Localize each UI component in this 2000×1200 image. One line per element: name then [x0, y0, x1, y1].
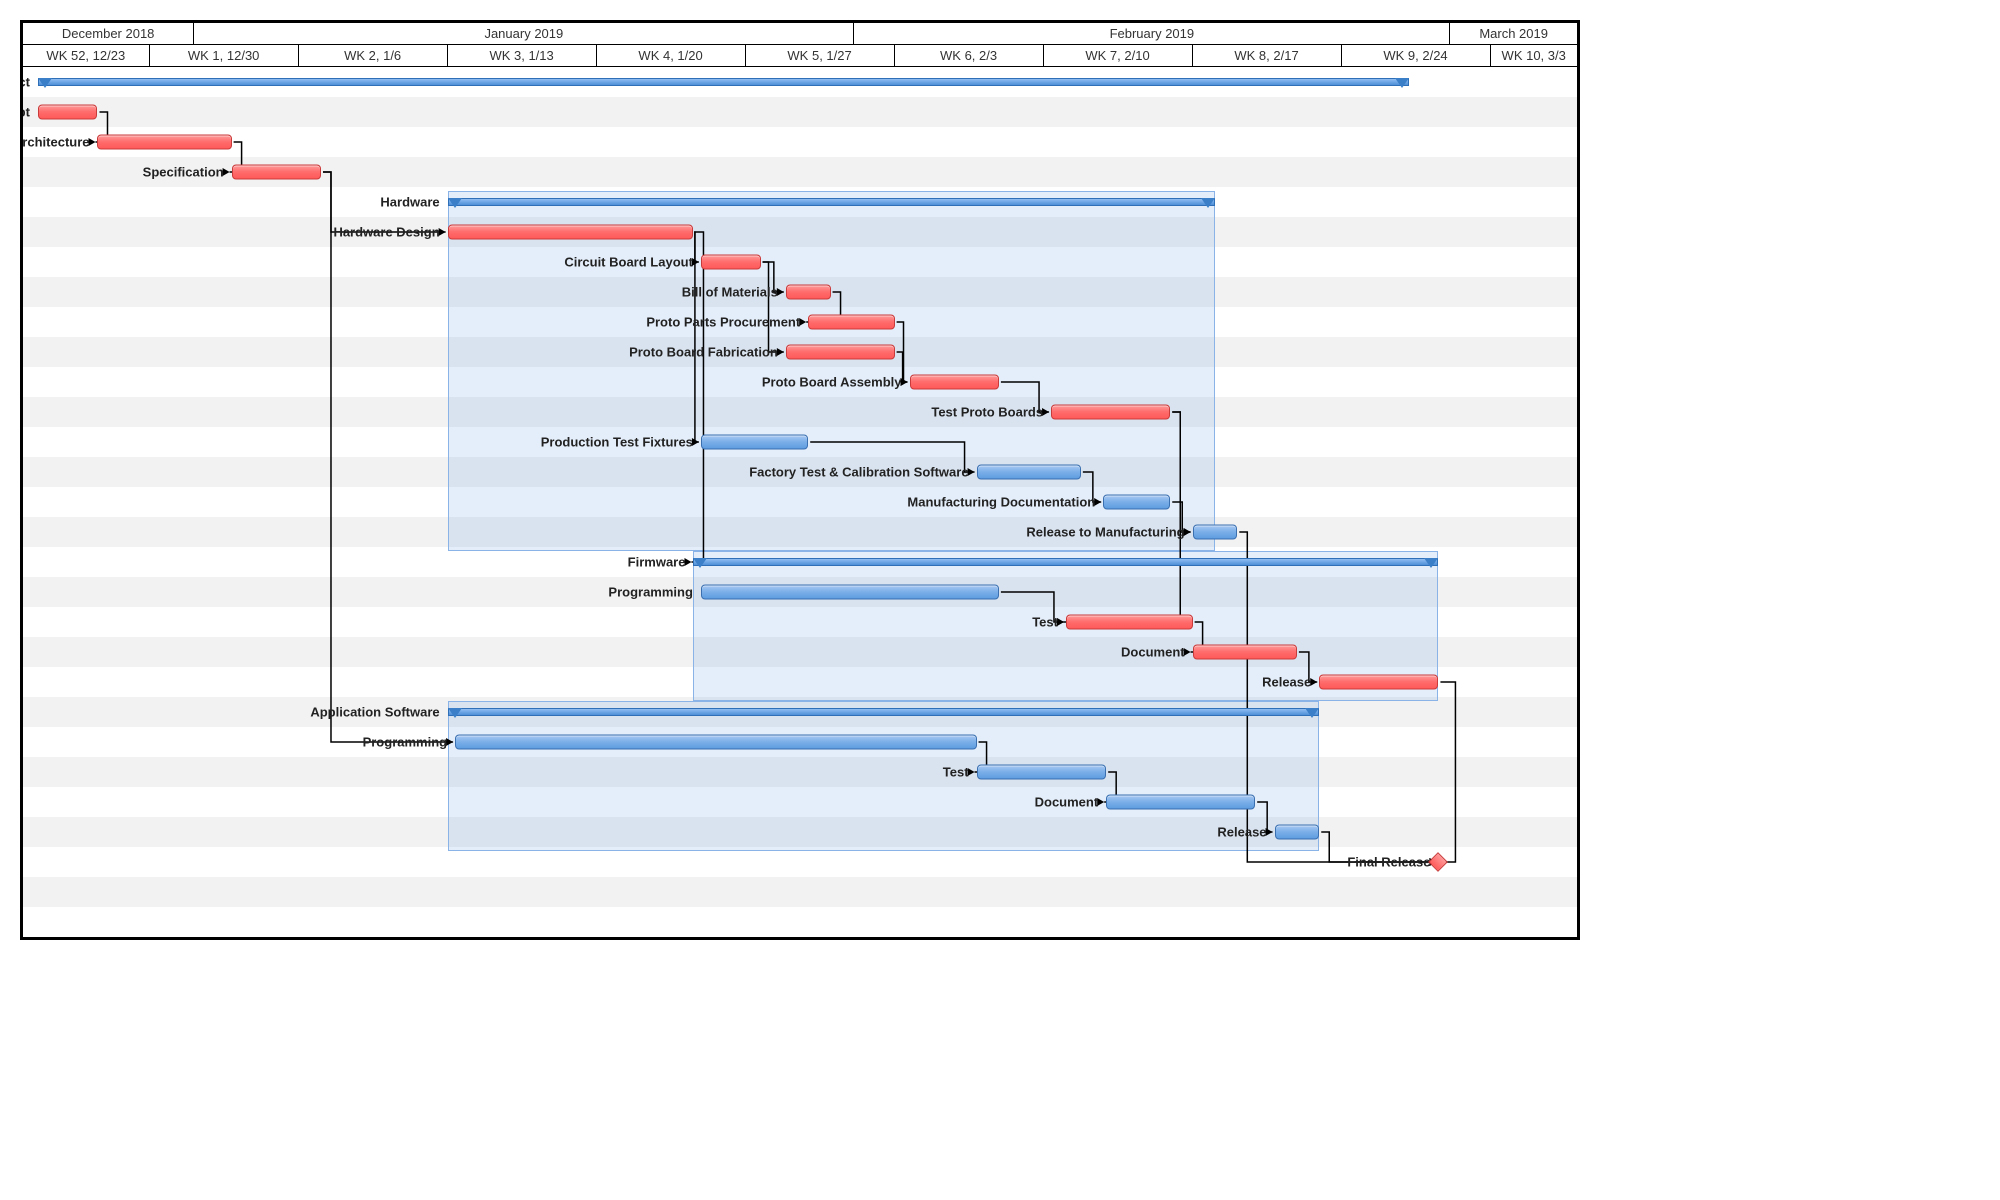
task-label: Specification	[143, 165, 224, 180]
task-bar[interactable]	[1193, 645, 1297, 660]
task-row: Document	[23, 787, 1577, 817]
week-header: WK 8, 2/17	[1193, 45, 1342, 66]
task-bar[interactable]	[1106, 795, 1255, 810]
month-header: February 2019	[854, 23, 1450, 44]
week-header: WK 10, 3/3	[1491, 45, 1577, 66]
task-row: Production Test Fixtures	[23, 427, 1577, 457]
task-row: Test	[23, 757, 1577, 787]
timescale: December 2018January 2019February 2019Ma…	[23, 23, 1577, 67]
task-row: Programming	[23, 727, 1577, 757]
task-bar[interactable]	[455, 735, 976, 750]
gantt-grid: Your Great New Product Concept Architectur…	[23, 67, 1577, 937]
task-label: Circuit Board Layout	[564, 255, 693, 270]
task-row: Circuit Board Layout	[23, 247, 1577, 277]
task-label: Proto Board Fabrication	[629, 345, 778, 360]
task-label: Application Software	[310, 705, 439, 720]
task-label: Release	[1262, 675, 1311, 690]
task-row: Bill of Materials	[23, 277, 1577, 307]
task-row: Proto Board Assembly	[23, 367, 1577, 397]
task-row: Release	[23, 667, 1577, 697]
task-bar[interactable]	[701, 585, 999, 600]
task-label: Release	[1217, 825, 1266, 840]
task-bar[interactable]	[786, 345, 895, 360]
week-header: WK 3, 1/13	[448, 45, 597, 66]
task-bar[interactable]	[232, 165, 321, 180]
task-bar[interactable]	[786, 285, 831, 300]
task-label: Final Release	[1347, 855, 1430, 870]
month-header: March 2019	[1450, 23, 1577, 44]
summary-bar[interactable]	[448, 708, 1320, 716]
task-bar[interactable]	[1103, 495, 1170, 510]
task-bar[interactable]	[1193, 525, 1238, 540]
task-bar[interactable]	[1275, 825, 1320, 840]
task-row: Hardware	[23, 187, 1577, 217]
task-bar[interactable]	[1051, 405, 1170, 420]
gantt-chart: December 2018January 2019February 2019Ma…	[20, 20, 1580, 940]
task-label: Architecture	[20, 135, 90, 150]
task-row: Hardware Design	[23, 217, 1577, 247]
week-header: WK 52, 12/23	[23, 45, 150, 66]
task-row: Final Release	[23, 847, 1577, 877]
task-row: Manufacturing Documentation	[23, 487, 1577, 517]
task-row: Proto Board Fabrication	[23, 337, 1577, 367]
task-label: Production Test Fixtures	[541, 435, 693, 450]
milestone[interactable]	[1429, 852, 1449, 872]
task-bar[interactable]	[97, 135, 231, 150]
task-label: Manufacturing Documentation	[907, 495, 1095, 510]
task-label: Release to Manufacturing	[1026, 525, 1184, 540]
task-bar[interactable]	[910, 375, 999, 390]
task-row: Concept	[23, 97, 1577, 127]
summary-bar[interactable]	[693, 558, 1438, 566]
week-header: WK 1, 12/30	[150, 45, 299, 66]
task-row: Release to Manufacturing	[23, 517, 1577, 547]
task-bar[interactable]	[1319, 675, 1438, 690]
task-bar[interactable]	[808, 315, 894, 330]
week-header: WK 4, 1/20	[597, 45, 746, 66]
task-row: Firmware	[23, 547, 1577, 577]
task-label: Your Great New Product	[20, 75, 30, 90]
week-header: WK 7, 2/10	[1044, 45, 1193, 66]
task-bar[interactable]	[448, 225, 694, 240]
task-row: Proto Parts Procurement	[23, 307, 1577, 337]
task-bar[interactable]	[977, 765, 1107, 780]
week-header: WK 2, 1/6	[299, 45, 448, 66]
task-label: Concept	[20, 105, 30, 120]
task-row: Test Proto Boards	[23, 397, 1577, 427]
task-row: Application Software	[23, 697, 1577, 727]
task-bar[interactable]	[977, 465, 1081, 480]
task-bar[interactable]	[38, 105, 98, 120]
task-label: Test Proto Boards	[931, 405, 1043, 420]
task-bar[interactable]	[701, 435, 808, 450]
task-row: Document	[23, 637, 1577, 667]
task-label: Firmware	[628, 555, 686, 570]
week-header: WK 5, 1/27	[746, 45, 895, 66]
task-row: Release	[23, 817, 1577, 847]
summary-bar[interactable]	[448, 198, 1215, 206]
task-label: Test	[943, 765, 969, 780]
task-row: Factory Test & Calibration Software	[23, 457, 1577, 487]
task-label: Hardware	[380, 195, 439, 210]
task-label: Document	[1121, 645, 1185, 660]
week-header: WK 6, 2/3	[895, 45, 1044, 66]
task-label: Hardware Design	[333, 225, 439, 240]
task-bar[interactable]	[1066, 615, 1193, 630]
task-label: Proto Parts Procurement	[646, 315, 800, 330]
task-row: Test	[23, 607, 1577, 637]
task-row: Your Great New Product	[23, 67, 1577, 97]
month-header: January 2019	[194, 23, 854, 44]
task-label: Test	[1032, 615, 1058, 630]
summary-bar[interactable]	[38, 78, 1409, 86]
task-label: Programming	[363, 735, 448, 750]
task-row: Programming	[23, 577, 1577, 607]
month-header: December 2018	[23, 23, 194, 44]
task-label: Bill of Materials	[682, 285, 778, 300]
task-bar[interactable]	[701, 255, 761, 270]
task-label: Factory Test & Calibration Software	[749, 465, 968, 480]
task-row: Specification	[23, 157, 1577, 187]
task-label: Document	[1035, 795, 1099, 810]
task-row: Architecture	[23, 127, 1577, 157]
task-label: Proto Board Assembly	[762, 375, 902, 390]
task-label: Programming	[608, 585, 693, 600]
week-header: WK 9, 2/24	[1342, 45, 1491, 66]
